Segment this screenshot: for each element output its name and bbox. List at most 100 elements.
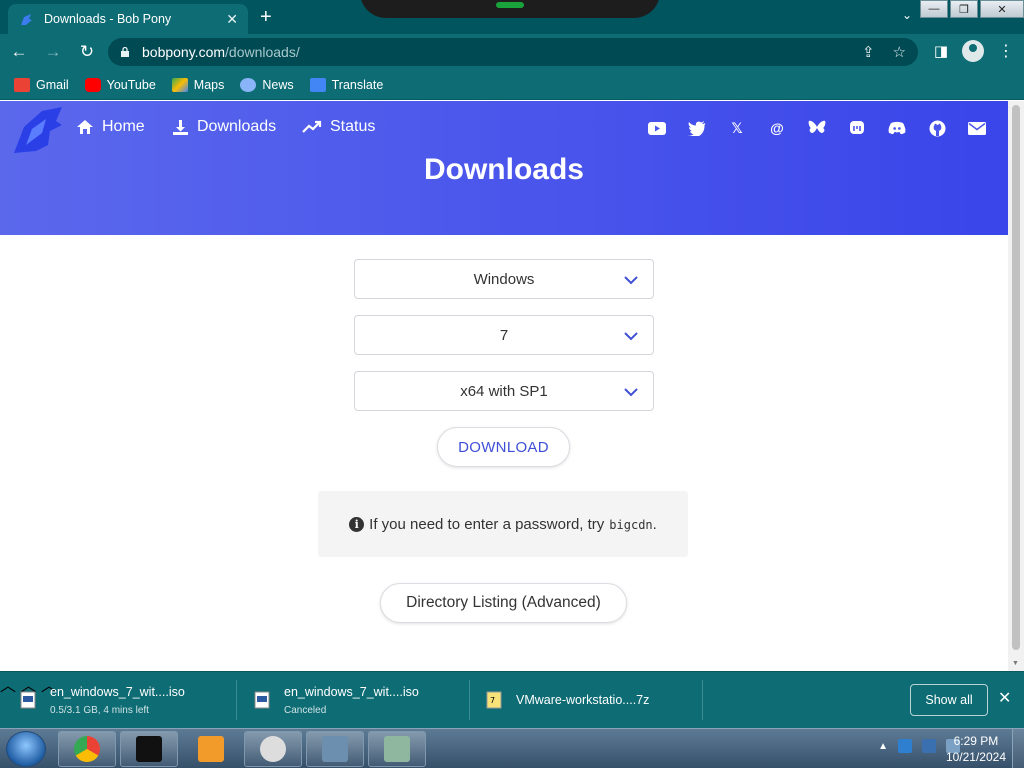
site-navbar: Home Downloads Status 𝕏 @ [0, 101, 1008, 155]
divider [469, 680, 470, 720]
new-tab-button[interactable]: + [260, 6, 272, 29]
camera-notch [360, 0, 660, 18]
news-icon [240, 77, 257, 92]
nav-home[interactable]: Home [76, 118, 145, 136]
side-panel-icon[interactable]: ◨ [934, 42, 948, 60]
close-window-button[interactable]: ✕ [980, 0, 1024, 18]
tab-title: Downloads - Bob Pony [44, 12, 172, 26]
divider [236, 680, 237, 720]
chevron-down-icon [624, 388, 638, 397]
forward-arrow-icon[interactable]: → [38, 42, 68, 62]
share-icon[interactable]: ⇪ [862, 43, 875, 61]
version-select[interactable]: 7 [354, 315, 654, 355]
back-arrow-icon[interactable]: ← [4, 42, 34, 62]
download-status: Canceled [284, 704, 327, 716]
taskbar-clock[interactable]: 6:29 PM 10/21/2024 [946, 733, 1006, 765]
tray-expand-icon[interactable]: ▲ [878, 741, 888, 752]
taskbar-media-player[interactable] [182, 731, 240, 767]
address-bar[interactable]: bobpony.com/downloads/ ⇪ ☆ [108, 38, 918, 66]
threads-icon[interactable]: @ [768, 119, 786, 137]
browser-tab[interactable]: Downloads - Bob Pony ✕ [8, 4, 248, 34]
directory-listing-button[interactable]: Directory Listing (Advanced) [380, 583, 627, 623]
edition-select-value: x64 with SP1 [460, 382, 548, 400]
clock-time: 6:29 PM [953, 734, 999, 748]
translate-icon [309, 77, 326, 92]
edition-select[interactable]: x64 with SP1 [354, 371, 654, 411]
bobpony-favicon-icon [21, 14, 32, 25]
svg-text:7: 7 [490, 696, 495, 705]
lock-icon [121, 47, 129, 57]
reload-icon[interactable]: ↻ [72, 42, 102, 62]
social-links: 𝕏 @ [648, 119, 986, 137]
nav-downloads[interactable]: Downloads [172, 118, 276, 136]
notice-text: If you need to enter a password, try [369, 515, 605, 533]
show-all-button[interactable]: Show all [910, 684, 988, 716]
os-select[interactable]: Windows [354, 259, 654, 299]
mastodon-icon[interactable] [848, 119, 866, 137]
x-icon[interactable]: 𝕏 [728, 119, 746, 137]
bookmark-translate[interactable]: Translate [309, 77, 383, 92]
tray-app-icon[interactable] [898, 739, 912, 753]
url-path: /downloads/ [225, 44, 300, 60]
twitter-icon[interactable] [688, 119, 706, 137]
tab-search-chevron-icon[interactable]: ⌄ [902, 8, 912, 22]
download-button[interactable]: DOWNLOAD [437, 427, 570, 467]
taskbar-app[interactable] [244, 731, 302, 767]
maps-icon [171, 77, 188, 92]
download-item[interactable]: en_windows_7_wit....iso 0.5/3.1 GB, 4 mi… [20, 678, 185, 722]
download-item[interactable]: 7 VMware-workstatio....7z [486, 678, 649, 722]
download-options-chevron-icon[interactable]: ︿ [0, 678, 16, 695]
download-shelf: en_windows_7_wit....iso 0.5/3.1 GB, 4 mi… [0, 671, 1024, 728]
github-icon[interactable] [928, 119, 946, 137]
scroll-down-arrow-icon[interactable]: ▼ [1012, 660, 1019, 667]
info-icon: i [349, 516, 365, 532]
profile-avatar[interactable] [962, 40, 984, 62]
page-scrollbar[interactable]: ▼ [1008, 101, 1024, 671]
bookmark-youtube[interactable]: YouTube [84, 77, 156, 92]
taskbar-app[interactable] [306, 731, 364, 767]
browser-toolbar: ← → ↻ bobpony.com/downloads/ ⇪ ☆ ◨ ⋮ [0, 34, 1024, 70]
restore-button[interactable]: ❐ [950, 0, 978, 18]
bookmark-gmail[interactable]: Gmail [14, 77, 69, 92]
bluesky-icon[interactable] [808, 119, 826, 137]
page-heading: Downloads [423, 153, 584, 186]
taskbar-chrome[interactable] [58, 731, 116, 767]
bookmark-star-icon[interactable]: ☆ [893, 43, 906, 61]
bookmark-maps[interactable]: Maps [171, 77, 224, 92]
nav-status[interactable]: Status [302, 118, 375, 136]
download-filename: en_windows_7_wit....iso [50, 684, 185, 699]
mail-icon[interactable] [968, 119, 986, 137]
divider [702, 680, 703, 720]
bookmark-news[interactable]: News [240, 77, 294, 92]
disc-icon [260, 736, 286, 762]
trend-icon [302, 120, 322, 133]
chrome-icon [74, 736, 100, 762]
start-button[interactable] [6, 731, 46, 767]
taskbar-app[interactable] [368, 731, 426, 767]
media-player-icon [198, 736, 224, 762]
close-shelf-icon[interactable]: ✕ [998, 688, 1011, 708]
download-icon [173, 119, 188, 135]
youtube-icon [84, 77, 101, 92]
scrollbar-thumb[interactable] [1012, 105, 1020, 650]
download-filename: VMware-workstatio....7z [516, 693, 650, 707]
tab-close-icon[interactable]: ✕ [226, 11, 238, 28]
bookmarks-bar: Gmail YouTube Maps News Translate [0, 70, 1024, 100]
download-filename: en_windows_7_wit....iso [284, 684, 419, 699]
discord-icon[interactable] [888, 119, 906, 137]
iso-file-icon [254, 691, 270, 709]
taskbar-app[interactable] [120, 731, 178, 767]
minimize-button[interactable]: — [920, 0, 948, 18]
bobpony-logo-icon[interactable] [12, 105, 64, 155]
show-desktop-button[interactable] [1012, 729, 1024, 768]
chevron-down-icon [624, 276, 638, 285]
youtube-icon[interactable] [648, 119, 666, 137]
notice-end: . [652, 515, 657, 533]
terminal-icon [136, 736, 162, 762]
download-item[interactable]: en_windows_7_wit....iso Canceled [254, 678, 419, 722]
password-notice: i If you need to enter a password, try b… [318, 491, 688, 557]
7z-file-icon: 7 [486, 691, 502, 709]
menu-kebab-icon[interactable]: ⋮ [998, 41, 1014, 61]
network-icon[interactable] [922, 739, 936, 753]
gmail-icon [14, 77, 30, 92]
